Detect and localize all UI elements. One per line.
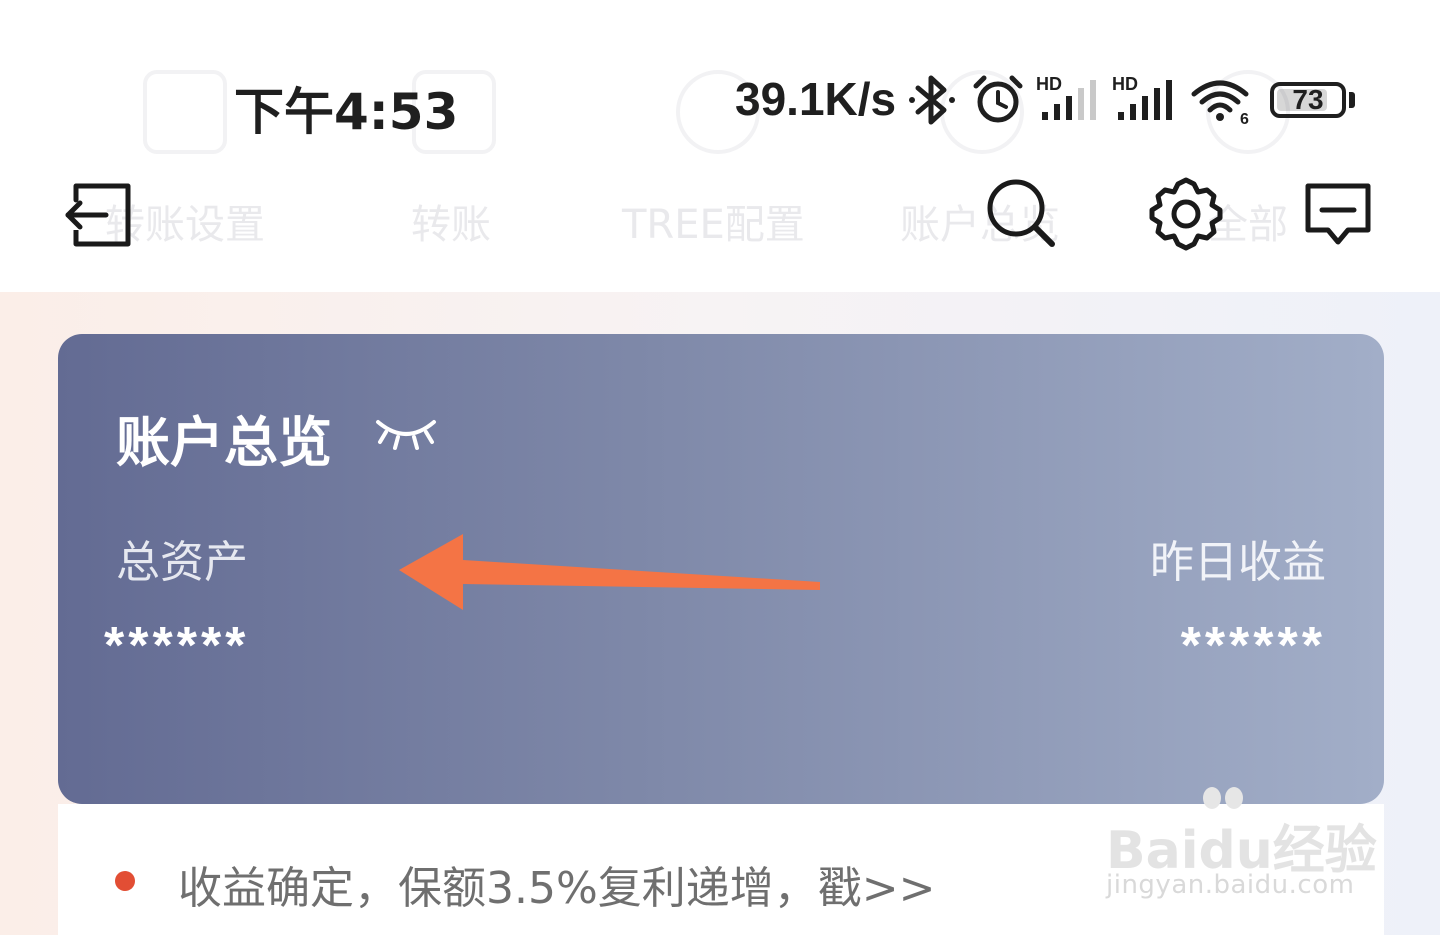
annotation-arrow-icon (399, 534, 820, 610)
message-icon[interactable] (1302, 180, 1374, 248)
transfer-settings-ghost-icon (143, 70, 227, 154)
network-speed: 39.1K/s (735, 73, 897, 125)
yesterday-income-label: 昨日收益 (1150, 537, 1326, 588)
promo-bullet (115, 871, 135, 891)
ghost-tab-transfer: 转账 (411, 202, 491, 248)
svg-text:6: 6 (1240, 111, 1249, 128)
promo-link[interactable]: 收益确定，保额3.5%复利递增，戳>> (178, 852, 936, 916)
search-icon[interactable] (984, 176, 1060, 252)
svg-text:HD: HD (1112, 74, 1138, 94)
alarm-icon (973, 75, 1023, 123)
hd-signal-icon: HD (1112, 74, 1172, 120)
wifi-icon: 6 (1191, 80, 1249, 128)
logout-icon[interactable] (62, 178, 136, 252)
ghost-tab-tree-config: TREE配置 (622, 202, 805, 248)
hd-signal-icon: HD (1036, 74, 1096, 120)
battery-tip (1349, 92, 1355, 108)
battery-icon: 73 (1270, 82, 1346, 118)
status-time: 下午4:53 (234, 83, 459, 141)
battery-percent: 73 (1292, 84, 1324, 115)
svg-text:HD: HD (1036, 74, 1062, 94)
card-title: 账户总览 (116, 411, 332, 474)
settings-icon[interactable] (1146, 174, 1226, 254)
total-assets-value: ****** (104, 617, 250, 675)
eye-closed-icon[interactable] (372, 408, 440, 454)
yesterday-income-value: ****** (1180, 617, 1326, 675)
total-assets-label: 总资产 (116, 537, 248, 588)
watermark-url: jingyan.baidu.com (1106, 870, 1355, 900)
bluetooth-icon (909, 75, 955, 125)
